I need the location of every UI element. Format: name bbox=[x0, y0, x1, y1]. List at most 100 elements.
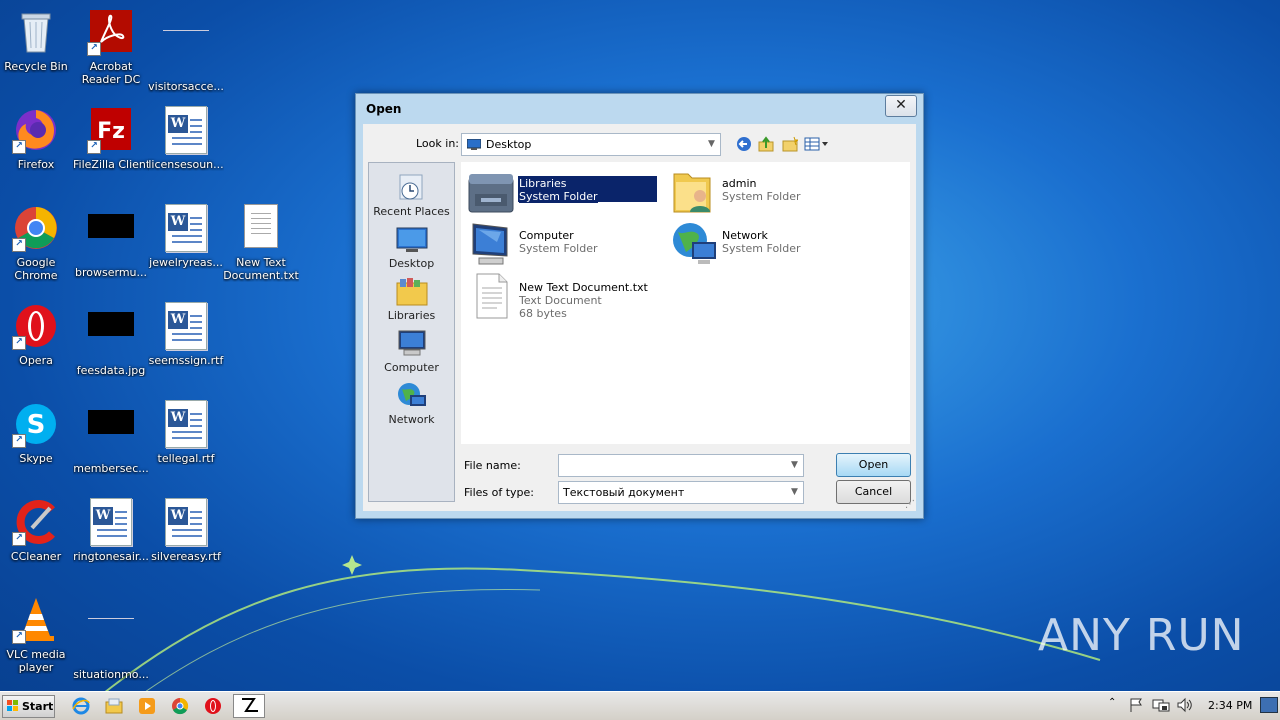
back-arrow-icon bbox=[737, 137, 751, 151]
file-type: System Folder bbox=[722, 190, 801, 203]
computer-icon bbox=[467, 220, 515, 268]
file-name: Computer bbox=[519, 229, 574, 242]
desktop-icon-tellegal[interactable]: W tellegal.rtf bbox=[148, 396, 224, 465]
vlc-cone-icon: ↗ bbox=[12, 596, 60, 644]
opera-icon bbox=[205, 698, 221, 714]
dialog-title: Open bbox=[366, 102, 402, 116]
files-of-type-select[interactable]: Текстовый документ ▼ bbox=[558, 481, 804, 504]
place-label: Computer bbox=[384, 361, 439, 374]
shortcut-arrow-icon: ↗ bbox=[12, 630, 26, 644]
desktop-icon-jewelryreas[interactable]: W jewelryreas... bbox=[148, 200, 224, 269]
desktop-icon-chrome[interactable]: ↗ Google Chrome bbox=[0, 200, 74, 282]
desktop-icon-filezilla[interactable]: Fz ↗ FileZilla Client bbox=[73, 102, 149, 171]
word-document-icon: W bbox=[165, 302, 207, 350]
svg-text:S: S bbox=[27, 410, 46, 440]
desktop-icon-label: situationmo... bbox=[73, 668, 149, 681]
look-in-combo[interactable]: Desktop ▼ bbox=[461, 133, 721, 156]
chevron-down-icon[interactable]: ▼ bbox=[786, 455, 803, 476]
desktop-icon-silvereasy[interactable]: W silvereasy.rtf bbox=[148, 494, 224, 563]
back-button[interactable] bbox=[735, 136, 753, 154]
desktop-icon-visitorsacce[interactable]: visitorsacce... bbox=[148, 4, 224, 93]
desktop-icon-ccleaner[interactable]: ↗ CCleaner bbox=[0, 494, 74, 563]
volume-tray-button[interactable] bbox=[1176, 697, 1194, 715]
desktop-icon bbox=[467, 139, 481, 150]
desktop-icon-seemssign[interactable]: W seemssign.rtf bbox=[148, 298, 224, 367]
place-network[interactable]: Network bbox=[369, 377, 454, 426]
place-label: Network bbox=[388, 413, 435, 426]
dialog-titlebar[interactable]: Open ✕ bbox=[356, 94, 923, 122]
desktop-icon-browsermu[interactable]: browsermu... bbox=[73, 200, 149, 279]
close-icon: ✕ bbox=[895, 97, 907, 113]
desktop-icon-skype[interactable]: S ↗ Skype bbox=[0, 396, 74, 465]
file-thumbnail-icon bbox=[88, 616, 134, 619]
place-libraries[interactable]: Libraries bbox=[369, 273, 454, 322]
action-center-button[interactable] bbox=[1128, 697, 1146, 715]
cancel-button[interactable]: Cancel bbox=[836, 480, 911, 504]
desktop-icon-licensesoun[interactable]: W licensesoun... bbox=[148, 102, 224, 171]
chevron-down-icon[interactable]: ▼ bbox=[786, 482, 803, 503]
desktop-icon-firefox[interactable]: ↗ Firefox bbox=[0, 102, 74, 171]
up-folder-button[interactable] bbox=[757, 136, 775, 154]
desktop-icon-label: membersec... bbox=[73, 462, 149, 475]
close-button[interactable]: ✕ bbox=[885, 95, 917, 117]
place-desktop[interactable]: Desktop bbox=[369, 221, 454, 270]
new-folder-icon bbox=[782, 136, 800, 152]
chevron-down-icon[interactable]: ▼ bbox=[703, 134, 720, 155]
shortcut-arrow-icon: ↗ bbox=[87, 140, 101, 154]
svg-text:Fz: Fz bbox=[97, 119, 125, 144]
firefox-icon: ↗ bbox=[12, 106, 60, 154]
file-name-label: File name: bbox=[464, 459, 521, 472]
explorer-taskbar-button[interactable] bbox=[105, 697, 123, 715]
file-item-computer[interactable]: Computer System Folder bbox=[467, 220, 657, 268]
file-name-input[interactable]: ▼ bbox=[558, 454, 804, 477]
desktop-icon-ringtonesair[interactable]: W ringtonesair... bbox=[73, 494, 149, 563]
file-type: System Folder bbox=[519, 190, 598, 203]
text-document-icon bbox=[244, 204, 278, 248]
show-hidden-icons-button[interactable]: ⌃ bbox=[1108, 697, 1120, 715]
desktop-icon bbox=[396, 225, 428, 255]
desktop-icon-recycle-bin[interactable]: Recycle Bin bbox=[0, 4, 74, 73]
desktop-icon-opera[interactable]: ↗ Opera bbox=[0, 298, 74, 367]
desktop-icon-membersec[interactable]: membersec... bbox=[73, 396, 149, 475]
new-folder-button[interactable] bbox=[781, 136, 800, 154]
up-folder-icon bbox=[758, 136, 774, 152]
show-desktop-button[interactable] bbox=[1260, 697, 1278, 713]
file-name: admin bbox=[722, 177, 757, 190]
taskbar-clock[interactable]: 2:34 PM bbox=[1208, 699, 1252, 712]
libraries-icon bbox=[467, 168, 515, 216]
file-item-network[interactable]: Network System Folder bbox=[670, 220, 860, 268]
file-item-libraries[interactable]: Libraries System Folder bbox=[467, 168, 658, 216]
desktop-icon-situationmo[interactable]: situationmo... bbox=[73, 592, 149, 681]
file-item-admin[interactable]: admin System Folder bbox=[670, 168, 860, 216]
word-document-icon: W bbox=[165, 204, 207, 252]
opera-taskbar-button[interactable] bbox=[204, 697, 222, 715]
desktop-icon-label: Recycle Bin bbox=[4, 60, 68, 73]
desktop-icon-feesdata[interactable]: feesdata.jpg bbox=[73, 298, 149, 377]
place-computer[interactable]: Computer bbox=[369, 325, 454, 374]
chrome-taskbar-button[interactable] bbox=[171, 697, 189, 715]
file-type: Text Document bbox=[519, 294, 602, 307]
view-menu-button[interactable] bbox=[804, 136, 830, 154]
resize-grip-icon[interactable]: ⋰ bbox=[905, 500, 915, 510]
place-recent-places[interactable]: Recent Places bbox=[369, 169, 454, 218]
libraries-icon bbox=[396, 277, 428, 307]
desktop-icon-acrobat[interactable]: ↗ Acrobat Reader DC bbox=[73, 4, 149, 86]
desktop-icon-label: tellegal.rtf bbox=[157, 452, 215, 465]
desktop-icon-label: silvereasy.rtf bbox=[151, 550, 221, 563]
start-button[interactable]: Start bbox=[2, 695, 55, 718]
desktop-icon-new-text-document[interactable]: New Text Document.txt bbox=[223, 200, 299, 282]
ie-taskbar-button[interactable] bbox=[72, 697, 90, 715]
file-item-new-text-document[interactable]: New Text Document.txt Text Document 68 b… bbox=[467, 272, 657, 320]
network-tray-button[interactable] bbox=[1152, 697, 1170, 715]
opera-icon: ↗ bbox=[12, 302, 60, 350]
open-button[interactable]: Open bbox=[836, 453, 911, 477]
file-name: Network bbox=[722, 229, 768, 242]
media-player-taskbar-button[interactable] bbox=[138, 697, 156, 715]
anyrun-watermark: ANY RUN bbox=[1038, 610, 1245, 661]
shortcut-arrow-icon: ↗ bbox=[12, 532, 26, 546]
desktop-icon-vlc[interactable]: ↗ VLC media player bbox=[0, 592, 74, 674]
desktop-icon-label: CCleaner bbox=[10, 550, 62, 563]
network-icon bbox=[396, 381, 428, 411]
active-window-taskbar-button[interactable] bbox=[233, 694, 265, 718]
internet-explorer-icon bbox=[72, 697, 90, 715]
